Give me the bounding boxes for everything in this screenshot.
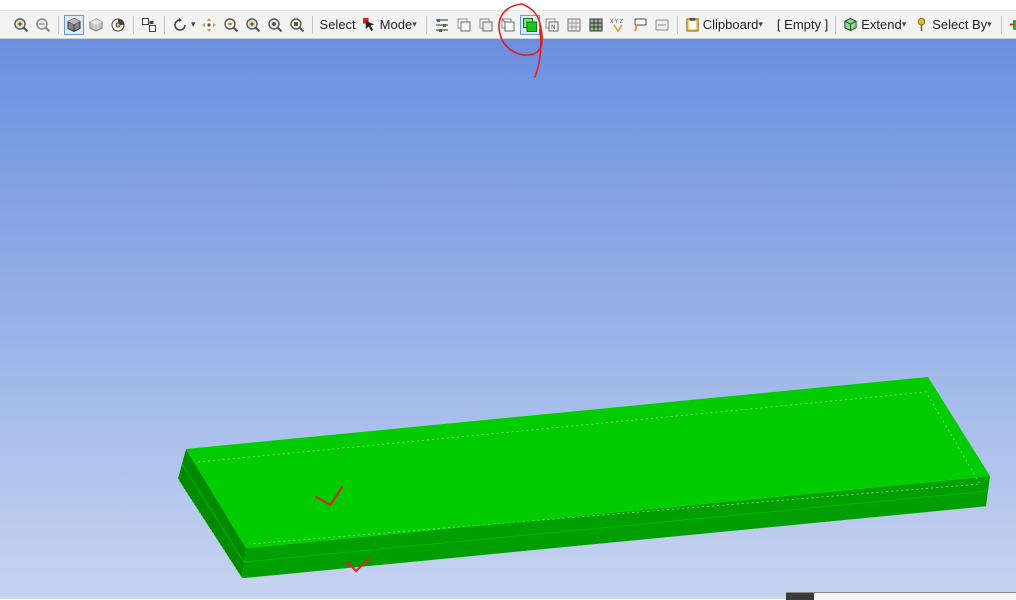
graphics-viewport[interactable] — [0, 39, 1016, 599]
plate-body[interactable] — [177, 377, 991, 579]
3d-scene[interactable] — [0, 39, 1016, 599]
circle-annotation — [498, 3, 543, 78]
